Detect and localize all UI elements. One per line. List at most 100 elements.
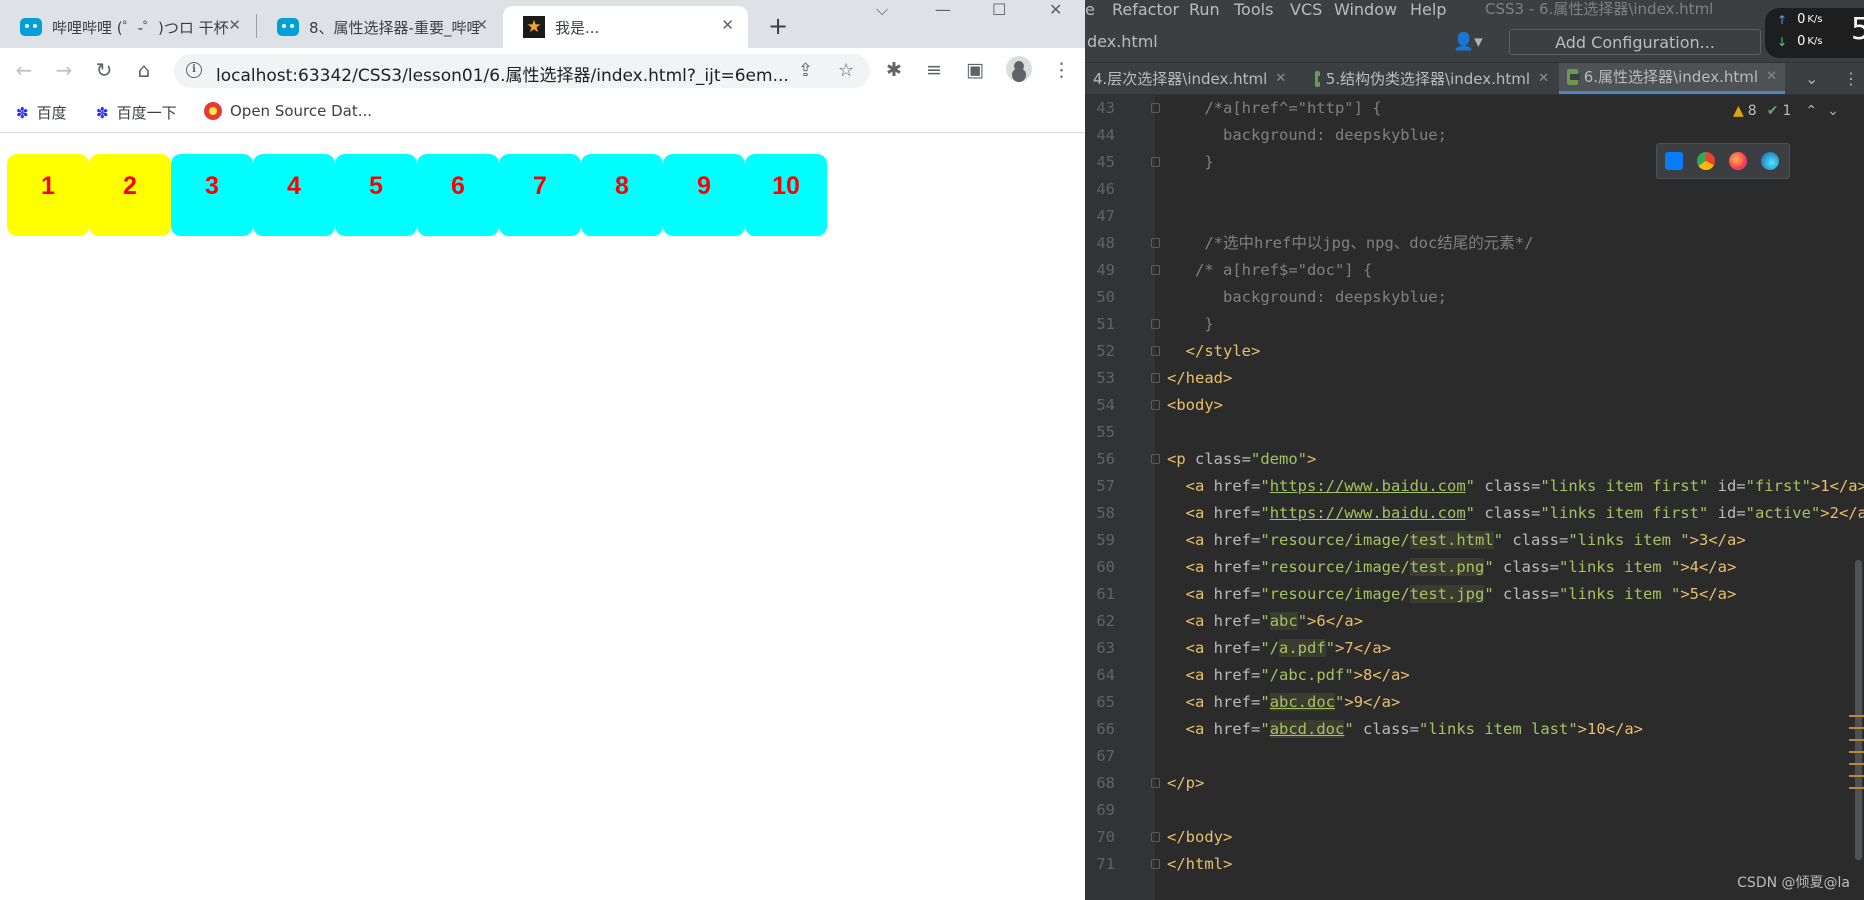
demo-link-3[interactable]: 3 <box>171 154 253 236</box>
code-line[interactable]: 50 background: deepskyblue; <box>1085 284 1864 311</box>
fold-marker-icon[interactable] <box>1151 319 1160 329</box>
share-icon[interactable]: ⇪ <box>798 60 813 81</box>
fold-marker-icon[interactable] <box>1151 346 1160 356</box>
menu-refactor[interactable]: Refactor <box>1112 0 1179 20</box>
code-line[interactable]: 54 <body> <box>1085 392 1864 419</box>
more-icon[interactable]: ⋮ <box>1843 69 1859 88</box>
add-configuration-button[interactable]: Add Configuration... <box>1509 29 1761 55</box>
menu-run[interactable]: Run <box>1189 0 1220 20</box>
code-line[interactable]: 52 </style> <box>1085 338 1864 365</box>
fold-marker-icon[interactable] <box>1151 454 1160 464</box>
code-line[interactable]: 69 <box>1085 797 1864 824</box>
address-text[interactable]: localhost:63342/CSS3/lesson01/6.属性选择器/in… <box>216 61 789 86</box>
code-line[interactable]: 61 <a href="resource/image/test.jpg" cla… <box>1085 581 1864 608</box>
code-line[interactable]: 66 <a href="abcd.doc" class="links item … <box>1085 716 1864 743</box>
code-line[interactable]: 57 <a href="https://www.baidu.com" class… <box>1085 473 1864 500</box>
code-line[interactable]: 65 <a href="abc.doc">9</a> <box>1085 689 1864 716</box>
fold-marker-icon[interactable] <box>1151 832 1160 842</box>
fold-marker-icon[interactable] <box>1151 265 1160 275</box>
tab-bilibili-video[interactable]: 8、属性选择器-重要_哔哩哔哩 ✕ <box>257 6 502 48</box>
warning-marker[interactable] <box>1849 787 1864 789</box>
menu-edit[interactable]: e <box>1085 0 1095 20</box>
fold-marker-icon[interactable] <box>1151 400 1160 410</box>
fold-marker-icon[interactable] <box>1151 778 1160 788</box>
inspection-widget[interactable]: ▲ 8 ✔ 1 ⌃ ⌄ <box>1733 103 1839 119</box>
chevron-up-icon[interactable]: ⌃ <box>1805 103 1817 119</box>
tab-active-page[interactable]: ★ 我是... ✕ <box>503 6 748 48</box>
warning-marker[interactable] <box>1849 739 1864 741</box>
close-icon[interactable]: ✕ <box>1538 64 1549 94</box>
editor-scrollbar[interactable] <box>1855 560 1862 860</box>
code-line[interactable]: 49 /* a[href$="doc"] { <box>1085 257 1864 284</box>
more-menu-icon[interactable]: ⋮ <box>1052 58 1071 82</box>
address-bar[interactable]: i localhost:63342/CSS3/lesson01/6.属性选择器/… <box>174 54 870 88</box>
chrome-icon[interactable] <box>1697 152 1715 170</box>
tab-bilibili-home[interactable]: 哔哩哔哩 (゜-゜)つロ 干杯~ ✕ <box>0 6 255 48</box>
bookmark-baidu-search[interactable]: ✽ 百度一下 <box>96 102 177 123</box>
media-control-icon[interactable]: ≡ <box>926 58 942 82</box>
fold-marker-icon[interactable] <box>1151 103 1160 113</box>
profile-avatar[interactable] <box>1006 56 1032 82</box>
demo-link-4[interactable]: 4 <box>253 154 335 236</box>
code-line[interactable]: 62 <a href="abc">6</a> <box>1085 608 1864 635</box>
info-icon[interactable]: i <box>186 62 202 78</box>
code-line[interactable]: 63 <a href="/a.pdf">7</a> <box>1085 635 1864 662</box>
edge-icon[interactable] <box>1761 152 1779 170</box>
extensions-icon[interactable]: ✱ <box>886 58 902 82</box>
firefox-icon[interactable] <box>1729 152 1747 170</box>
code-line[interactable]: 53 </head> <box>1085 365 1864 392</box>
close-icon[interactable]: ✕ <box>1766 62 1777 92</box>
side-panel-icon[interactable]: ▣ <box>966 58 984 82</box>
demo-link-6[interactable]: 6 <box>417 154 499 236</box>
demo-link-2[interactable]: 2 <box>89 154 171 236</box>
reload-icon[interactable]: ↻ <box>90 58 118 82</box>
code-line[interactable]: 46 <box>1085 176 1864 203</box>
code-line[interactable]: 47 <box>1085 203 1864 230</box>
fold-marker-icon[interactable] <box>1151 157 1160 167</box>
file-tab-hierarchy[interactable]: 4.层次选择器\index.html ✕ <box>1085 63 1305 94</box>
warning-marker[interactable] <box>1849 715 1864 717</box>
warning-marker[interactable] <box>1849 727 1864 729</box>
code-line[interactable]: 55 <box>1085 419 1864 446</box>
chevron-down-icon[interactable]: ⌄ <box>1805 69 1818 88</box>
code-line[interactable]: 68 </p> <box>1085 770 1864 797</box>
demo-link-8[interactable]: 8 <box>581 154 663 236</box>
code-line[interactable]: 48 /*选中href中以jpg、npg、doc结尾的元素*/ <box>1085 230 1864 257</box>
file-tab-attribute[interactable]: 6.属性选择器\index.html ✕ <box>1559 63 1785 94</box>
bookmark-open-source[interactable]: Open Source Dat... <box>204 102 372 120</box>
warning-marker[interactable] <box>1849 751 1864 753</box>
fold-marker-icon[interactable] <box>1151 373 1160 383</box>
code-editor[interactable]: 43 /*a[href^="http"] {44 background: dee… <box>1085 95 1864 900</box>
fold-marker-icon[interactable] <box>1151 859 1160 869</box>
menu-tools[interactable]: Tools <box>1234 0 1273 20</box>
close-icon[interactable]: ✕ <box>475 16 488 34</box>
warning-marker[interactable] <box>1849 763 1864 765</box>
code-line[interactable]: 51 } <box>1085 311 1864 338</box>
menu-help[interactable]: Help <box>1410 0 1446 20</box>
demo-link-10[interactable]: 10 <box>745 154 827 236</box>
code-line[interactable]: 64 <a href="/abc.pdf">8</a> <box>1085 662 1864 689</box>
file-tab-structural[interactable]: 5.结构伪类选择器\index.html ✕ <box>1307 63 1557 94</box>
chevron-down-icon[interactable]: ⌄ <box>1827 103 1839 119</box>
breadcrumb[interactable]: dex.html <box>1087 32 1158 51</box>
maximize-icon[interactable]: ☐ <box>992 0 1006 20</box>
back-icon[interactable]: ← <box>10 58 38 82</box>
code-line[interactable]: 60 <a href="resource/image/test.png" cla… <box>1085 554 1864 581</box>
code-line[interactable]: 59 <a href="resource/image/test.html" cl… <box>1085 527 1864 554</box>
close-icon[interactable]: ✕ <box>721 16 734 34</box>
menu-vcs[interactable]: VCS <box>1290 0 1322 20</box>
demo-link-1[interactable]: 1 <box>7 154 89 236</box>
user-icon[interactable]: 👤▾ <box>1453 32 1483 52</box>
code-line[interactable]: 56 <p class="demo"> <box>1085 446 1864 473</box>
home-icon[interactable]: ⌂ <box>130 58 158 82</box>
webstorm-icon[interactable] <box>1665 152 1683 170</box>
new-tab-button[interactable]: + <box>768 12 788 40</box>
bookmark-star-icon[interactable]: ☆ <box>838 60 854 81</box>
code-line[interactable]: 70 </body> <box>1085 824 1864 851</box>
tab-search-icon[interactable]: ⌵ <box>876 0 888 20</box>
close-icon[interactable]: ✕ <box>228 16 241 34</box>
minimize-icon[interactable]: — <box>935 0 951 20</box>
code-line[interactable]: 58 <a href="https://www.baidu.com" class… <box>1085 500 1864 527</box>
forward-icon[interactable]: → <box>50 58 78 82</box>
warning-marker[interactable] <box>1849 775 1864 777</box>
